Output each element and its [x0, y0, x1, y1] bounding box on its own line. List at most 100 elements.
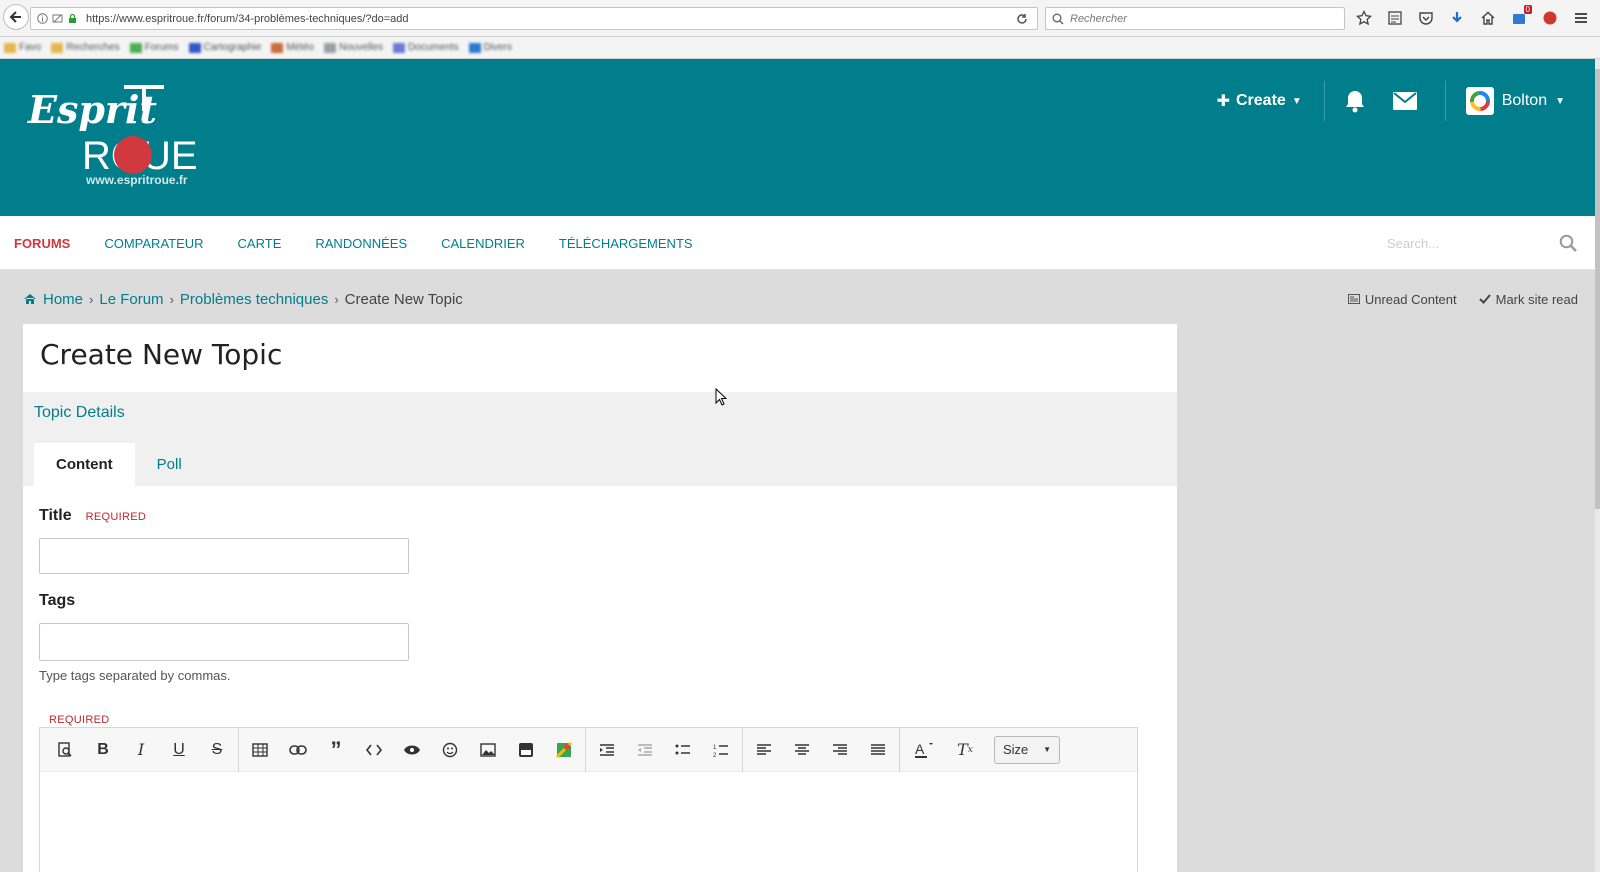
browser-search-placeholder: Rechercher	[1070, 12, 1127, 25]
site-header: Esprit ROUE www.espritroue.fr ✚ Create ▼…	[0, 59, 1595, 216]
tags-input[interactable]	[39, 623, 409, 661]
code-icon[interactable]	[355, 735, 393, 765]
chevron-right-icon: ›	[169, 291, 174, 307]
spoiler-eye-icon[interactable]	[393, 735, 431, 765]
strikethrough-icon[interactable]: S	[198, 735, 236, 765]
bold-icon[interactable]: B	[84, 735, 122, 765]
preview-icon[interactable]	[46, 735, 84, 765]
quote-icon[interactable]: ”	[317, 735, 355, 765]
bulleted-list-icon[interactable]	[664, 735, 702, 765]
nav-item-telechargements[interactable]: TÉLÉCHARGEMENTS	[559, 236, 693, 251]
chevron-right-icon: ›	[89, 291, 94, 307]
link-icon[interactable]	[279, 735, 317, 765]
notifications-bell-icon[interactable]	[1335, 81, 1375, 121]
youtube-icon[interactable]	[507, 735, 545, 765]
align-justify-icon[interactable]	[859, 735, 897, 765]
outdent-icon[interactable]	[626, 735, 664, 765]
lock-icon[interactable]	[67, 13, 78, 24]
indent-icon[interactable]	[588, 735, 626, 765]
breadcrumb-forum[interactable]: Le Forum	[99, 291, 163, 308]
url-text: https://www.espritroue.fr/forum/34-probl…	[86, 12, 409, 25]
user-menu[interactable]: Bolton ▼	[1444, 81, 1565, 121]
align-right-icon[interactable]	[821, 735, 859, 765]
topic-details-header: Topic Details Content Poll	[23, 392, 1177, 486]
mouse-cursor-icon	[715, 388, 727, 406]
page-title: Create New Topic	[40, 338, 283, 371]
create-topic-panel: Create New Topic Topic Details Content P…	[23, 324, 1177, 872]
extension-badge-icon[interactable]: 0	[1510, 5, 1532, 27]
unread-content-link[interactable]: Unread Content	[1347, 292, 1457, 307]
bookmark-item[interactable]: Documents	[393, 42, 459, 53]
tags-label: Tags	[39, 592, 76, 609]
tracking-icon[interactable]	[52, 13, 63, 24]
mark-site-read-link[interactable]: Mark site read	[1478, 292, 1578, 307]
site-logo[interactable]: Esprit ROUE www.espritroue.fr	[26, 81, 216, 189]
bookmark-item[interactable]: Cartographie	[188, 42, 261, 53]
back-button[interactable]	[3, 4, 29, 30]
bookmark-item[interactable]: Divers	[468, 42, 512, 53]
reading-list-icon[interactable]	[1386, 9, 1404, 27]
editor-body[interactable]	[40, 772, 1137, 872]
title-label: Title	[39, 507, 72, 524]
bookmark-item[interactable]: Forums	[129, 42, 179, 53]
download-icon[interactable]	[1448, 9, 1466, 27]
rich-text-editor: B I U S ” 12 A Tx Size ▼	[39, 727, 1138, 872]
create-button[interactable]: ✚ Create ▼	[1217, 81, 1325, 121]
chevron-right-icon: ›	[334, 291, 339, 307]
breadcrumb-row: Home › Le Forum › Problèmes techniques ›…	[23, 285, 1578, 313]
nav-item-randonnees[interactable]: RANDONNÉES	[315, 236, 407, 251]
home-icon	[24, 294, 36, 304]
breadcrumb-current: Create New Topic	[344, 290, 463, 308]
title-label-row: Title REQUIRED	[39, 507, 146, 525]
browser-toolbar: https://www.espritroue.fr/forum/34-probl…	[0, 0, 1600, 37]
messages-envelope-icon[interactable]	[1385, 81, 1425, 121]
nav-item-carte[interactable]: CARTE	[238, 236, 282, 251]
italic-icon[interactable]: I	[122, 735, 160, 765]
align-center-icon[interactable]	[783, 735, 821, 765]
addon-icon[interactable]	[1541, 9, 1559, 27]
google-maps-icon[interactable]	[545, 735, 583, 765]
home-icon[interactable]	[1479, 9, 1497, 27]
nav-item-comparateur[interactable]: COMPARATEUR	[104, 236, 203, 251]
bookmark-item[interactable]: Nouvelles	[324, 42, 383, 53]
bookmark-item[interactable]: Météo	[271, 42, 314, 53]
font-size-select[interactable]: Size ▼	[994, 735, 1060, 764]
tags-hint: Type tags separated by commas.	[39, 668, 231, 683]
scroll-thumb[interactable]	[1595, 69, 1600, 509]
align-left-icon[interactable]	[745, 735, 783, 765]
caret-down-icon: ▼	[1555, 95, 1565, 107]
tab-poll[interactable]: Poll	[135, 443, 204, 486]
reload-icon[interactable]	[1015, 12, 1029, 26]
extension-badge-count: 0	[1523, 5, 1532, 14]
url-bar[interactable]: https://www.espritroue.fr/forum/34-probl…	[30, 7, 1038, 30]
caret-down-icon: ▼	[1043, 745, 1051, 754]
svg-text:www.espritroue.fr: www.espritroue.fr	[85, 173, 188, 187]
nav-item-calendrier[interactable]: CALENDRIER	[441, 236, 525, 251]
hamburger-menu-icon[interactable]	[1572, 9, 1590, 27]
search-icon[interactable]	[1559, 234, 1577, 252]
tab-bar: Content Poll	[34, 443, 204, 486]
browser-search-input[interactable]: Rechercher	[1045, 7, 1345, 30]
emoji-icon[interactable]	[431, 735, 469, 765]
espritroue-logo: Esprit ROUE www.espritroue.fr	[27, 85, 198, 187]
underline-icon[interactable]: U	[160, 735, 198, 765]
remove-format-icon[interactable]: Tx	[946, 735, 984, 765]
text-color-icon[interactable]: A	[902, 735, 946, 765]
bookmark-item[interactable]: Favo	[4, 42, 41, 53]
breadcrumb-category[interactable]: Problèmes techniques	[180, 291, 328, 308]
site-search-input[interactable]: Search...	[1387, 228, 1577, 258]
bookmark-star-icon[interactable]	[1355, 9, 1373, 27]
title-input[interactable]	[39, 538, 409, 574]
breadcrumb-home[interactable]: Home	[43, 291, 83, 308]
table-icon[interactable]	[241, 735, 279, 765]
numbered-list-icon[interactable]: 12	[702, 735, 740, 765]
page-scrollbar[interactable]	[1595, 59, 1600, 872]
tab-content[interactable]: Content	[34, 443, 135, 486]
bookmark-item[interactable]: Recherches	[51, 42, 120, 53]
svg-text:Esprit: Esprit	[27, 87, 157, 132]
nav-item-forums[interactable]: FORUMS	[14, 236, 70, 251]
pocket-icon[interactable]	[1417, 9, 1435, 27]
svg-text:1: 1	[713, 745, 717, 751]
info-icon[interactable]	[37, 13, 48, 24]
image-icon[interactable]	[469, 735, 507, 765]
